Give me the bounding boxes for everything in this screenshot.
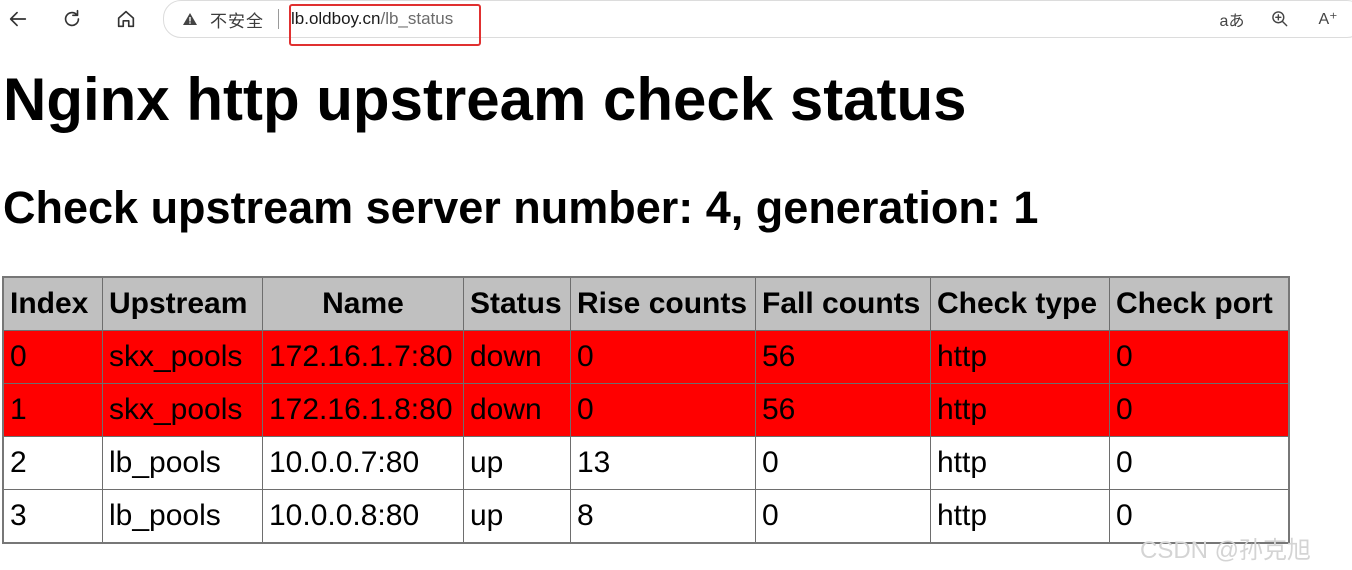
table-row: 3 lb_pools 10.0.0.8:80 up 8 0 http 0 (2, 489, 1290, 544)
warning-icon[interactable] (182, 11, 198, 27)
cell-upstream: skx_pools (102, 383, 263, 437)
header-status: Status (463, 276, 571, 331)
header-fall-counts: Fall counts (755, 276, 931, 331)
cell-fall: 0 (755, 436, 931, 490)
cell-type: http (930, 330, 1110, 384)
read-aloud-icon: aあ (1219, 13, 1245, 30)
text-size-button[interactable]: A⁺ (1304, 6, 1352, 32)
cell-name: 172.16.1.8:80 (262, 383, 464, 437)
security-label[interactable]: 不安全 (210, 7, 264, 32)
cell-name: 10.0.0.7:80 (262, 436, 464, 490)
text-size-icon: A⁺ (1318, 11, 1338, 28)
header-index: Index (2, 276, 103, 331)
cell-port: 0 (1109, 383, 1290, 437)
cell-rise: 13 (570, 436, 756, 490)
zoom-icon (1272, 11, 1288, 27)
csdn-watermark: CSDN @孙克旭 (1140, 537, 1312, 564)
page-subtitle: Check upstream server number: 4, generat… (3, 182, 1039, 233)
zoom-button[interactable] (1256, 6, 1304, 32)
home-button[interactable] (110, 4, 142, 34)
cell-rise: 0 (570, 383, 756, 437)
toolbar-right-icons: aあ A⁺ (1208, 6, 1352, 32)
read-aloud-button[interactable]: aあ (1208, 6, 1256, 32)
back-button[interactable] (2, 4, 34, 34)
table-row: 0 skx_pools 172.16.1.7:80 down 0 56 http… (2, 330, 1290, 384)
cell-rise: 0 (570, 330, 756, 384)
cell-index: 0 (2, 330, 103, 384)
home-icon (117, 10, 135, 28)
cell-fall: 56 (755, 383, 931, 437)
reload-icon (64, 9, 80, 27)
cell-index: 2 (2, 436, 103, 490)
header-name: Name (262, 276, 464, 331)
upstream-status-table: Index Upstream Name Status Rise counts F… (2, 276, 1290, 544)
cell-name: 10.0.0.8:80 (262, 489, 464, 544)
table-row: 1 skx_pools 172.16.1.8:80 down 0 56 http… (2, 383, 1290, 437)
cell-fall: 56 (755, 330, 931, 384)
cell-index: 3 (2, 489, 103, 544)
cell-upstream: skx_pools (102, 330, 263, 384)
cell-type: http (930, 383, 1110, 437)
back-arrow-icon (9, 11, 27, 27)
cell-name: 172.16.1.7:80 (262, 330, 464, 384)
cell-type: http (930, 436, 1110, 490)
header-check-port: Check port (1109, 276, 1290, 331)
table-row: 2 lb_pools 10.0.0.7:80 up 13 0 http 0 (2, 436, 1290, 490)
cell-type: http (930, 489, 1110, 544)
cell-fall: 0 (755, 489, 931, 544)
browser-toolbar: 不安全 lb.oldboy.cn/lb_status aあ A⁺ (0, 0, 1352, 46)
cell-status: up (463, 489, 571, 544)
cell-index: 1 (2, 383, 103, 437)
reload-button[interactable] (56, 4, 88, 34)
cell-upstream: lb_pools (102, 489, 263, 544)
cell-port: 0 (1109, 436, 1290, 490)
table-header-row: Index Upstream Name Status Rise counts F… (2, 276, 1290, 331)
header-upstream: Upstream (102, 276, 263, 331)
page-title: Nginx http upstream check status (3, 66, 967, 133)
cell-port: 0 (1109, 330, 1290, 384)
cell-status: up (463, 436, 571, 490)
url-highlight-box (289, 4, 481, 46)
header-check-type: Check type (930, 276, 1110, 331)
cell-rise: 8 (570, 489, 756, 544)
cell-status: down (463, 330, 571, 384)
address-separator (278, 9, 279, 29)
header-rise-counts: Rise counts (570, 276, 756, 331)
cell-status: down (463, 383, 571, 437)
cell-upstream: lb_pools (102, 436, 263, 490)
